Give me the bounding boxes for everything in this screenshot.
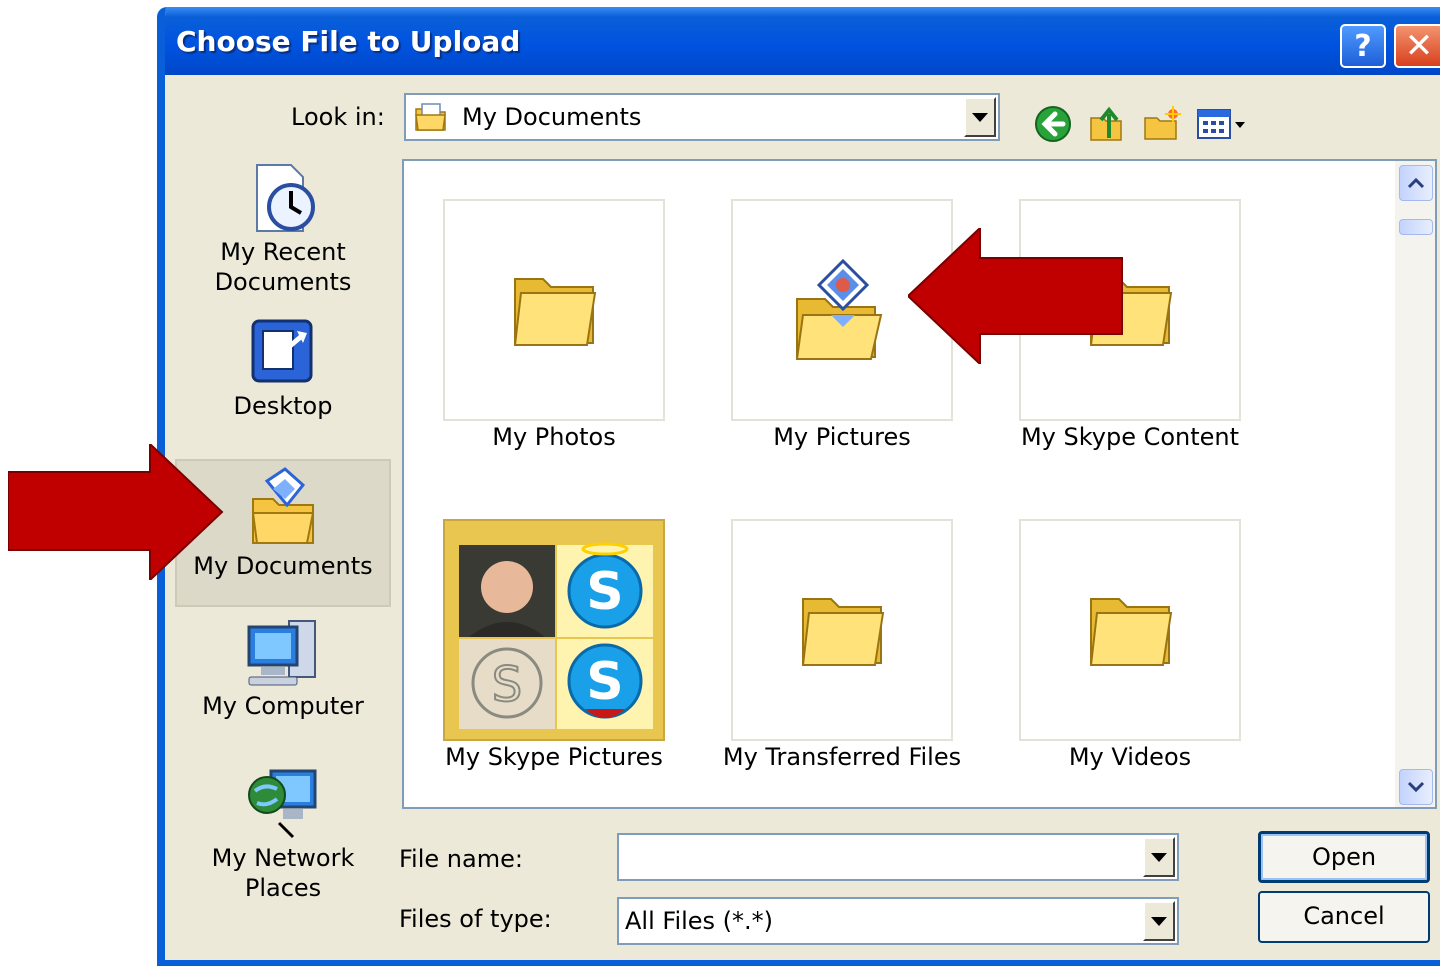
folder-icon <box>801 598 885 666</box>
desktop-icon <box>251 319 313 383</box>
place-my-computer[interactable]: My Computer <box>175 615 391 737</box>
folder-icon <box>1089 598 1173 666</box>
file-name-field[interactable] <box>617 833 1179 881</box>
back-icon[interactable] <box>1033 104 1073 144</box>
place-recent-label-1: My Recent <box>220 238 346 266</box>
scroll-thumb[interactable] <box>1399 219 1433 235</box>
place-network-places[interactable]: My Network Places <box>175 763 391 915</box>
pictures-folder-icon <box>795 258 883 360</box>
place-recent-documents[interactable]: My Recent Documents <box>175 161 391 309</box>
file-name-dropdown-arrow[interactable] <box>1143 837 1175 877</box>
files-of-type-dropdown[interactable]: All Files (*.*) <box>617 897 1179 945</box>
skype-pictures-thumbnail: S S S <box>445 521 663 739</box>
annotation-arrow-left <box>908 228 1123 364</box>
svg-text:S: S <box>586 652 623 712</box>
file-name-label: File name: <box>399 845 523 873</box>
dialog-title: Choose File to Upload <box>176 25 521 58</box>
chevron-down-icon <box>1407 781 1425 793</box>
file-tile-my-skype-pictures[interactable]: S S S <box>443 519 665 741</box>
folder-icon <box>513 278 597 346</box>
place-my-computer-label: My Computer <box>202 692 364 720</box>
my-documents-small-icon <box>415 103 446 131</box>
cancel-button[interactable]: Cancel <box>1258 891 1430 943</box>
place-network-label-1: My Network <box>211 844 355 872</box>
title-bar: Choose File to Upload ? ✕ <box>165 7 1440 75</box>
file-tile-my-transferred-files[interactable] <box>731 519 953 741</box>
scroll-down-button[interactable] <box>1399 769 1433 805</box>
files-of-type-dropdown-arrow[interactable] <box>1143 901 1175 941</box>
look-in-dropdown-arrow[interactable] <box>964 97 996 137</box>
svg-text:S: S <box>492 657 522 713</box>
files-of-type-value: All Files (*.*) <box>625 907 774 935</box>
views-menu-icon[interactable] <box>1195 104 1251 144</box>
recent-documents-icon <box>256 164 315 232</box>
place-network-label-2: Places <box>244 874 322 902</box>
look-in-dropdown[interactable]: My Documents <box>404 93 1000 141</box>
look-in-label: Look in: <box>291 103 385 131</box>
annotation-arrow-right <box>8 444 224 580</box>
file-label-my-skype-pictures[interactable]: My Skype Pictures <box>404 743 704 771</box>
files-of-type-label: Files of type: <box>399 905 552 933</box>
file-label-my-pictures[interactable]: My Pictures <box>692 423 992 451</box>
file-label-my-skype-content[interactable]: My Skype Content <box>980 423 1280 451</box>
help-button[interactable]: ? <box>1340 24 1386 68</box>
scroll-up-button[interactable] <box>1399 165 1433 201</box>
file-upload-dialog: Choose File to Upload ? ✕ Look in: My Do… <box>157 7 1440 966</box>
chevron-up-icon <box>1407 177 1425 189</box>
place-desktop-label: Desktop <box>233 392 333 420</box>
place-desktop[interactable]: Desktop <box>175 315 391 431</box>
file-label-my-videos[interactable]: My Videos <box>980 743 1280 771</box>
my-computer-icon <box>247 620 316 686</box>
file-tile-my-videos[interactable] <box>1019 519 1241 741</box>
file-label-my-photos[interactable]: My Photos <box>404 423 704 451</box>
svg-text:S: S <box>586 562 623 622</box>
up-folder-icon[interactable] <box>1087 104 1127 144</box>
network-places-icon <box>248 769 317 839</box>
place-recent-label-2: Documents <box>214 268 352 296</box>
vertical-scrollbar[interactable] <box>1395 161 1435 807</box>
file-label-my-transferred-files[interactable]: My Transferred Files <box>692 743 992 771</box>
open-button[interactable]: Open <box>1258 831 1430 883</box>
new-folder-icon[interactable] <box>1142 104 1182 144</box>
file-tile-my-photos[interactable] <box>443 199 665 421</box>
look-in-value: My Documents <box>462 103 642 131</box>
close-button[interactable]: ✕ <box>1394 24 1440 68</box>
my-documents-icon <box>251 467 315 544</box>
